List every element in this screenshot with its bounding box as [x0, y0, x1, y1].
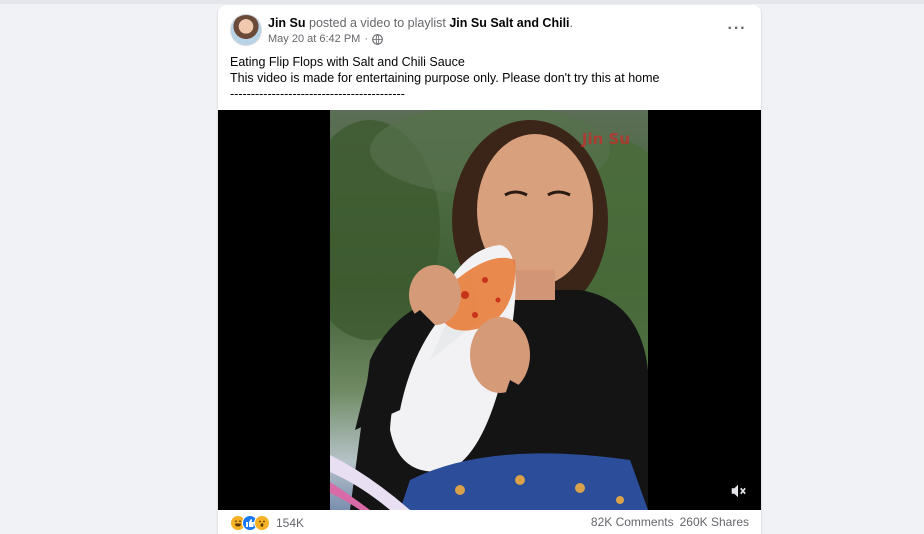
- video-watermark: Jin Su: [581, 130, 630, 148]
- reaction-summary[interactable]: 154K: [230, 515, 304, 531]
- wow-reaction-icon: [254, 515, 270, 531]
- video-frame: Jin Su: [330, 110, 648, 510]
- post-footer: 154K 82K Comments 260K Shares: [218, 515, 761, 534]
- muted-speaker-icon[interactable]: [729, 482, 747, 500]
- playlist-link[interactable]: Jin Su Salt and Chili: [449, 16, 569, 30]
- playlist-suffix: .: [569, 16, 573, 30]
- video-post-card: Jin Su posted a video to playlist Jin Su…: [218, 5, 761, 534]
- post-timestamp-link[interactable]: May 20 at 6:42 PM: [268, 32, 360, 46]
- video-frame-image: [330, 110, 648, 510]
- shares-count-link[interactable]: 260K Shares: [680, 515, 749, 529]
- comments-count-link[interactable]: 82K Comments: [591, 515, 674, 529]
- globe-icon: [372, 33, 383, 45]
- video-player[interactable]: Jin Su: [218, 110, 761, 510]
- top-divider: [0, 0, 924, 4]
- caption-line: This video is made for entertaining purp…: [230, 71, 660, 85]
- author-avatar[interactable]: [230, 14, 262, 46]
- author-name-link[interactable]: Jin Su: [268, 16, 306, 30]
- reaction-count: 154K: [276, 516, 305, 530]
- caption-line: Eating Flip Flops with Salt and Chili Sa…: [230, 55, 465, 69]
- post-meta: May 20 at 6:42 PM ·: [268, 32, 383, 46]
- post-action-text: posted a video to playlist: [305, 16, 450, 30]
- post-header-text: Jin Su posted a video to playlist Jin Su…: [268, 15, 573, 31]
- engagement-stats: 82K Comments 260K Shares: [591, 515, 749, 529]
- meta-separator: ·: [364, 33, 368, 45]
- caption-line: ----------------------------------------…: [230, 87, 405, 101]
- more-options-icon: ···: [727, 20, 747, 37]
- more-options-button[interactable]: ···: [725, 17, 749, 41]
- post-header: Jin Su posted a video to playlist Jin Su…: [218, 5, 761, 55]
- post-caption: Eating Flip Flops with Salt and Chili Sa…: [230, 54, 750, 102]
